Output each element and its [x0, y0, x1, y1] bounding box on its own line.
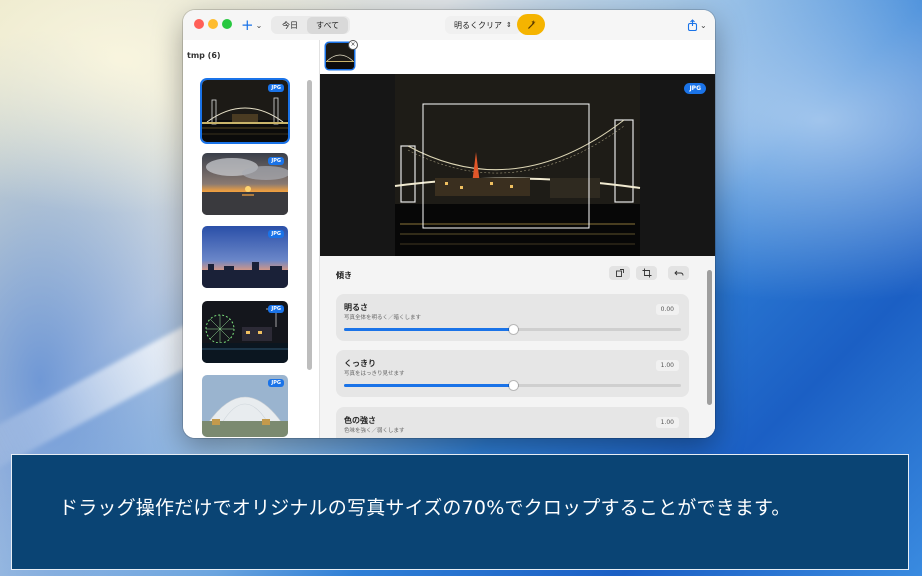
- brightness-slider[interactable]: [344, 325, 681, 334]
- slider-description: 写真全体を明るく／暗くします: [344, 315, 422, 321]
- slider-label: 色の強さ: [344, 416, 376, 425]
- preset-select[interactable]: 明るくクリア ⇕: [445, 16, 521, 34]
- slider-fill: [344, 384, 513, 387]
- crop-icon: [642, 268, 651, 278]
- photo-preview: JPG: [320, 74, 715, 256]
- format-badge: JPG: [268, 157, 284, 165]
- format-badge: JPG: [268, 230, 284, 238]
- adjust-panel: 傾き 明るさ 写真全体を明るく／暗くします 0.00 くっきり 写真をはっきり見…: [320, 256, 715, 438]
- format-badge: JPG: [268, 305, 284, 313]
- slider-description: 色味を強く／弱くします: [344, 428, 405, 434]
- slider-fill: [344, 328, 513, 331]
- share-button[interactable]: ⌄: [687, 16, 707, 34]
- undo-button[interactable]: [668, 266, 689, 280]
- minimize-window-button[interactable]: [208, 19, 218, 29]
- slider-description: 写真をはっきり見せます: [344, 371, 405, 377]
- clarity-slider[interactable]: [344, 381, 681, 390]
- editor-area: × JPG 傾き 明るさ 写真全体を明るく／暗くします 0.00 くっきり 写真…: [320, 40, 715, 438]
- remove-photo-button[interactable]: ×: [348, 40, 358, 50]
- format-badge: JPG: [268, 84, 284, 92]
- segment-all[interactable]: すべて: [307, 16, 349, 34]
- slider-label: 明るさ: [344, 303, 368, 312]
- thumbnail-night-bridge[interactable]: JPG: [202, 80, 288, 142]
- night-bridge-preview-image: [394, 74, 641, 256]
- thumbnail-dusk-city[interactable]: JPG: [202, 226, 288, 288]
- thumbnail-sunset-sea[interactable]: JPG: [202, 153, 288, 215]
- crop-button[interactable]: [636, 266, 657, 280]
- slider-value-field[interactable]: 0.00: [655, 304, 679, 315]
- toolbar: + ⌄ 今日 すべて 明るくクリア ⇕ ⌄: [183, 10, 715, 40]
- add-button[interactable]: + ⌄: [241, 16, 262, 34]
- thumbnail-dome-building[interactable]: JPG: [202, 375, 288, 437]
- rotate-button[interactable]: [609, 266, 630, 280]
- format-badge: JPG: [268, 379, 284, 387]
- selected-photos-strip: ×: [320, 40, 715, 74]
- slider-value-field[interactable]: 1.00: [655, 417, 679, 428]
- share-icon: [687, 19, 698, 31]
- rotate-icon: [615, 269, 624, 277]
- slider-knob[interactable]: [508, 325, 518, 334]
- app-window: + ⌄ 今日 すべて 明るくクリア ⇕ ⌄ tmp (6) JPG JPG JP…: [183, 10, 715, 438]
- caption-banner: ドラッグ操作だけでオリジナルの写真サイズの70%でクロップすることができます。: [11, 454, 909, 570]
- photo-sidebar: tmp (6) JPG JPG JPG JPG JPG: [183, 40, 320, 438]
- slider-label: くっきり: [344, 359, 376, 368]
- caption-text: ドラッグ操作だけでオリジナルの写真サイズの70%でクロップすることができます。: [59, 497, 791, 519]
- up-down-chevron-icon: ⇕: [506, 21, 512, 29]
- slider-card-brightness: 明るさ 写真全体を明るく／暗くします 0.00: [336, 294, 689, 341]
- zoom-window-button[interactable]: [222, 19, 232, 29]
- plus-icon: +: [241, 16, 254, 34]
- folder-title: tmp (6): [187, 51, 221, 60]
- slider-knob[interactable]: [508, 381, 518, 390]
- slider-value-field[interactable]: 1.00: [655, 360, 679, 371]
- date-filter-segment: 今日 すべて: [271, 16, 351, 34]
- sidebar-scrollbar[interactable]: [307, 80, 312, 370]
- chevron-down-icon: ⌄: [255, 20, 263, 30]
- magic-wand-icon: [527, 19, 536, 29]
- format-badge: JPG: [684, 83, 706, 94]
- slider-card-saturation: 色の強さ 色味を強く／弱くします 1.00: [336, 407, 689, 438]
- panel-scrollbar[interactable]: [707, 270, 712, 405]
- auto-enhance-button[interactable]: [517, 14, 545, 35]
- undo-icon: [673, 270, 683, 276]
- segment-today[interactable]: 今日: [273, 17, 307, 34]
- slider-card-clarity: くっきり 写真をはっきり見せます 1.00: [336, 350, 689, 397]
- thumbnail-ferris-wheel-night[interactable]: JPG: [202, 301, 288, 363]
- close-window-button[interactable]: [194, 19, 204, 29]
- chevron-down-icon: ⌄: [700, 20, 707, 30]
- preset-label: 明るくクリア: [454, 20, 502, 30]
- panel-title: 傾き: [336, 271, 352, 280]
